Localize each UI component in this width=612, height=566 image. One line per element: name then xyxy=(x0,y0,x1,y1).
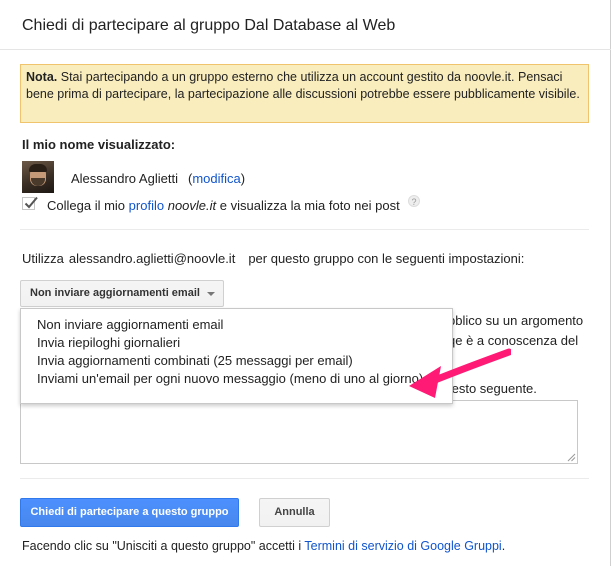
menu-item-no-email[interactable]: Non inviare aggiornamenti email xyxy=(21,316,452,334)
modify-link[interactable]: modifica xyxy=(192,171,240,186)
footer-divider xyxy=(20,478,589,479)
link-profile-label: Collega il mio profilo noovle.it e visua… xyxy=(47,198,400,213)
email-delivery-menu: Non inviare aggiornamenti email Invia ri… xyxy=(20,308,453,404)
email-address: alessandro.aglietti@noovle.it xyxy=(68,251,236,266)
display-name-heading: Il mio nome visualizzato: xyxy=(22,137,176,152)
menu-item-daily-digest[interactable]: Invia riepiloghi giornalieri xyxy=(21,334,452,352)
arrow-pointer-icon xyxy=(409,348,511,398)
chevron-down-icon xyxy=(207,292,215,296)
terms-footer: Facendo clic su "Unisciti a questo grupp… xyxy=(22,539,506,553)
link-profile-checkbox[interactable] xyxy=(22,196,38,210)
resize-grip-icon[interactable] xyxy=(567,453,576,462)
profile-link[interactable]: profilo xyxy=(129,198,164,213)
join-group-dialog: Chiedi di partecipare al gruppo Dal Data… xyxy=(0,0,611,566)
checkmark-icon xyxy=(24,196,38,209)
terms-link[interactable]: Termini di servizio di Google Gruppi xyxy=(304,539,501,553)
message-textarea[interactable] xyxy=(20,400,578,464)
section-divider xyxy=(20,229,589,230)
title-divider xyxy=(0,49,611,50)
modify-name: (modifica) xyxy=(188,171,246,186)
menu-item-combined-updates[interactable]: Invia aggiornamenti combinati (25 messag… xyxy=(21,352,452,370)
user-name: Alessandro Aglietti xyxy=(71,171,178,186)
join-group-button[interactable]: Chiedi di partecipare a questo gruppo xyxy=(20,498,239,527)
obscured-text-1: bblico su un argomento xyxy=(448,313,584,328)
help-icon[interactable]: ? xyxy=(408,195,420,207)
profile-domain: noovle.it xyxy=(167,198,217,213)
email-usage-line: Utilizza alessandro.aglietti@noovle.it per… xyxy=(22,251,525,266)
notice-box: Nota. Stai partecipando a un gruppo este… xyxy=(20,64,589,123)
email-delivery-select[interactable]: Non inviare aggiornamenti email xyxy=(20,280,224,307)
avatar xyxy=(22,161,54,193)
notice-text: Stai partecipando a un gruppo esterno ch… xyxy=(26,70,580,101)
notice-label: Nota. xyxy=(26,70,58,84)
cancel-button[interactable]: Annulla xyxy=(259,498,330,527)
dialog-title: Chiedi di partecipare al gruppo Dal Data… xyxy=(22,17,396,34)
obscured-text-2: qe è a conoscenza del xyxy=(448,333,579,348)
menu-item-every-message[interactable]: Inviami un'email per ogni nuovo messaggi… xyxy=(21,370,452,388)
